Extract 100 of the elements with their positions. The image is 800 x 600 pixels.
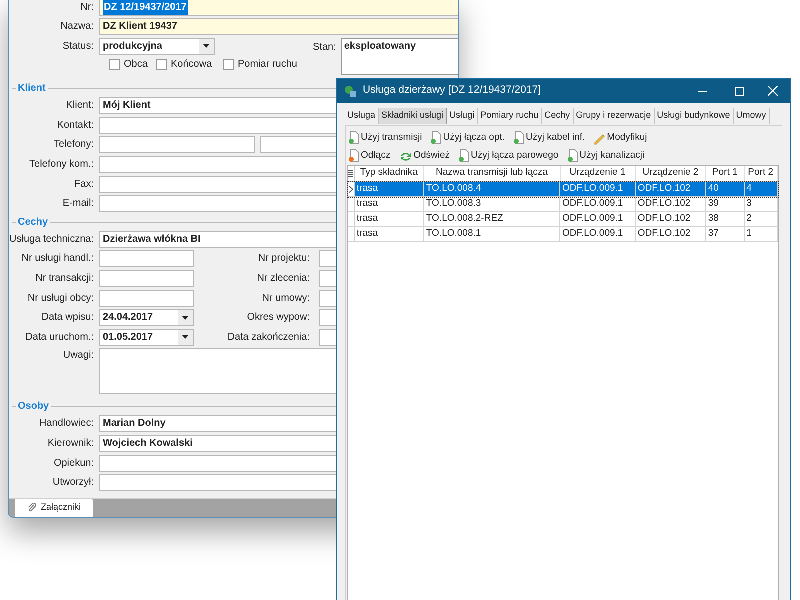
field-label: Nr umowy: [261,292,311,306]
table-cell: ODF.LO.009.1 [560,197,636,211]
checkbox-label: Pomiar ruchu [238,58,298,72]
dropdown-arrow-icon [182,335,189,340]
table-row[interactable]: trasa TO.LO.008.1 ODF.LO.009.1 ODF.LO.102 37 1 [348,227,778,242]
section-heading: Klient [17,84,47,94]
dropdown-arrow-icon [203,44,210,48]
paperclip-icon [26,503,37,513]
tab[interactable]: Usługi budynkowe [654,108,734,124]
field-label: Nr projektu: [257,252,311,266]
input-field[interactable] [99,290,194,307]
table-cell: 1 [744,227,778,241]
toolbar-button[interactable]: Użyj kanalizacji [566,147,646,163]
table-cell: TO.LO.008.2-REZ [424,212,560,226]
table-cell: TO.LO.008.4 [424,182,560,196]
field-label: Klient: [65,99,95,114]
tab[interactable]: Składniki usługi [379,108,448,124]
tab[interactable]: Usługi [447,108,478,124]
app-icon [344,84,357,98]
table-cell: ODF.LO.009.1 [560,212,636,226]
field-label: Telefony: [52,138,95,152]
input-field[interactable] [99,136,255,154]
field-label: Data zakończenia: [226,330,311,345]
field-label: E-mail: [62,197,95,212]
toolbar-button[interactable]: Odśwież [398,147,452,163]
document-plus-icon [513,131,526,145]
dropdown-field[interactable]: 24.04.2017 [99,309,194,326]
refresh-icon [398,151,413,163]
table-cell: trasa [354,227,424,241]
text-area[interactable]: eksploatowany [341,38,458,75]
document-plus-icon [430,131,442,145]
table-cell: trasa [354,182,424,196]
document-minus-icon [348,149,360,163]
toolbar-button[interactable]: Użyj łącza opt. [429,129,506,145]
tab[interactable]: Cechy [542,108,574,124]
table-row[interactable]: trasa TO.LO.008.4 ODF.LO.009.1 ODF.LO.102 40 4 [348,182,778,197]
field-label: Handlowiec: [38,417,95,432]
field-label: Kierownik: [46,437,95,452]
field-label: Data uruchom.: [24,330,95,345]
dropdown-field[interactable]: produkcyjna [99,38,215,54]
toolbar-button[interactable]: Użyj łącza parowego [457,147,560,163]
input-field[interactable]: DZ Klient 19437 [99,18,458,35]
dropdown-field[interactable]: 01.05.2017 [99,328,194,346]
field-label: Nr usługi handl.: [20,252,95,266]
toolbar-button[interactable]: Odłącz [347,147,392,163]
field-label: Nr transakcji: [34,272,95,286]
document-plus-icon [348,131,360,145]
window-title: Usługa dzierżawy [DZ 12/19437/2017] [363,83,542,98]
field-label: Stan: [313,41,336,55]
field-label: Nazwa: [60,20,95,34]
table-cell: ODF.LO.102 [636,197,706,211]
checkbox[interactable] [109,58,120,70]
document-plus-icon [458,149,470,163]
table-cell: ODF.LO.102 [636,212,706,226]
field-label: Status: [62,40,95,54]
tab[interactable]: Umowy [734,108,770,124]
table-cell: 3 [744,197,778,211]
table-cell: 37 [706,227,745,241]
table-cell: trasa [354,197,424,211]
checkbox-label: Końcowa [171,58,212,72]
table-cell: 39 [706,197,745,211]
field-label: Kontakt: [56,118,95,133]
input-field[interactable]: DZ 12/19437/2017 [99,0,458,16]
field-label: Uwagi: [62,349,95,364]
table-cell: trasa [354,212,424,226]
table-cell: ODF.LO.102 [636,182,706,196]
toolbar-button[interactable]: Użyj transmisji [347,129,424,145]
table-row[interactable]: trasa TO.LO.008.3 ODF.LO.009.1 ODF.LO.102 39 3 [348,197,778,212]
input-field[interactable] [99,250,194,268]
input-field[interactable] [99,270,194,288]
table-cell: 2 [744,212,778,226]
table-cell: ODF.LO.009.1 [560,227,636,241]
section-heading: Osoby [17,402,50,412]
field-label: Telefony kom.: [28,158,95,172]
field-label: Usługa techniczna: [9,232,95,247]
field-label: Data wpisu: [40,311,95,326]
attachments-button[interactable]: Załączniki [15,498,93,517]
close-icon[interactable] [768,86,778,96]
tab[interactable]: Grupy i rezerwacje [574,108,655,124]
checkbox-label: Obca [124,58,148,72]
checkbox[interactable] [156,58,167,70]
column-chooser-icon[interactable] [348,170,354,178]
pencil-icon [593,132,606,145]
current-row-icon [348,186,353,192]
tab[interactable]: Pomiary ruchu [478,108,542,124]
field-label: Nr zlecenia: [256,272,311,286]
field-label: Opiekun: [52,456,95,471]
table-cell: ODF.LO.009.1 [560,182,636,196]
field-label: Nr: [80,1,95,15]
table-cell: TO.LO.008.3 [424,197,560,211]
minimize-icon[interactable] [698,90,707,92]
toolbar-button[interactable]: Modyfikuj [592,129,648,145]
table-cell: 40 [706,182,745,196]
maximize-icon[interactable] [735,86,744,96]
toolbar-button[interactable]: Użyj kabel inf. [512,129,586,145]
table-cell: 38 [706,212,745,226]
table-cell: ODF.LO.102 [636,227,706,241]
field-label: Fax: [74,178,95,192]
table-row[interactable]: trasa TO.LO.008.2-REZ ODF.LO.009.1 ODF.LO.102 38 2 [348,212,778,227]
checkbox[interactable] [223,58,234,70]
